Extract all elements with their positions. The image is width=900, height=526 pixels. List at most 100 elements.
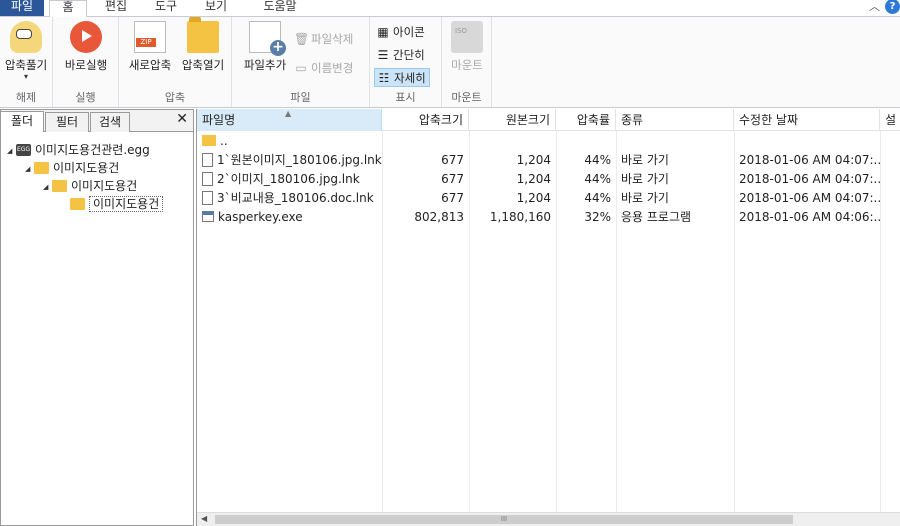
column-header-modified[interactable]: 수정한 날짜 [734, 109, 880, 131]
new-archive-button[interactable]: 새로압축 [125, 21, 175, 73]
menu-tab-file[interactable]: 파일 [0, 0, 44, 16]
file-name: kasperkey.exe [218, 210, 303, 224]
cell-modified: 2018-01-06 AM 04:07:... [739, 191, 880, 205]
cell-modified: 2018-01-06 AM 04:06:... [739, 210, 880, 224]
horizontal-scrollbar[interactable]: ◀ III [197, 512, 900, 526]
cell-modified [734, 132, 880, 151]
column-header-type[interactable]: 종류 [616, 109, 734, 131]
tab-filter[interactable]: 필터 [45, 112, 89, 132]
collapse-ribbon-icon[interactable]: ︿ [869, 0, 880, 14]
cell-name: 2`이미지_180106.jpg.lnk [197, 170, 382, 189]
dropdown-icon: ▾ [23, 72, 28, 81]
tab-folder[interactable]: 폴더 [0, 111, 44, 132]
ribbon-group-extract: 압축풀기 ▾ 해제 [0, 17, 53, 107]
extract-button[interactable]: 압축풀기 ▾ [0, 21, 52, 81]
cell-ratio: 32% [584, 210, 611, 224]
rename-button[interactable]: ▭ 이름변경 [292, 59, 356, 78]
column-header-ratio[interactable]: 압축률 [556, 109, 616, 131]
help-icon[interactable]: ? [885, 0, 900, 14]
rename-icon: ▭ [295, 61, 307, 75]
column-header-size[interactable]: 원본크기 [469, 109, 556, 131]
view-icons-button[interactable]: ▦ 아이콘 [374, 23, 428, 42]
table-row[interactable]: 2`이미지_180106.jpg.lnk 677 1,204 44% 바로 가기 2018… [197, 170, 900, 189]
scrollbar-thumb[interactable]: III [215, 515, 793, 524]
egg-archive-icon: EGG [16, 143, 31, 156]
cell-ratio [556, 132, 616, 151]
mount-label: 마운트 [451, 58, 483, 72]
mount-button[interactable]: 마운트 [442, 21, 492, 73]
table-row[interactable]: 3`비교내용_180106.doc.lnk 677 1,204 44% 바로 가기 201… [197, 189, 900, 208]
panel-tabs: 폴더 필터 검색 ✕ [0, 110, 193, 132]
table-row[interactable]: kasperkey.exe 802,813 1,180,160 32% 응용 프로그램 2… [197, 208, 900, 227]
cell-size [469, 132, 556, 151]
shortcut-file-icon [202, 152, 213, 167]
ribbon-group-compress: 새로압축 압축열기 압축 [119, 17, 232, 107]
cell-packed: 677 [441, 153, 464, 167]
tree-node-folder[interactable]: ◢ 이미지도용건 [25, 159, 119, 177]
menu-tab-tools[interactable]: 도구 [146, 0, 186, 16]
tree-node-folder[interactable]: ◢ 이미지도용건 [43, 177, 137, 195]
file-name: 1`원본이미지_180106.jpg.lnk [217, 153, 382, 167]
cell-type: 바로 가기 [621, 191, 669, 205]
quick-run-label: 바로실행 [64, 58, 108, 72]
view-details-label: 자세히 [394, 71, 426, 85]
open-archive-label: 압축열기 [181, 58, 225, 72]
grid-icon: ▦ [377, 25, 389, 39]
expand-icon[interactable]: ◢ [25, 160, 34, 178]
expand-icon[interactable]: ◢ [7, 142, 16, 160]
cell-name: 1`원본이미지_180106.jpg.lnk [197, 151, 382, 170]
tree-node-label: 이미지도용건 [71, 179, 138, 193]
close-icon[interactable]: ✕ [176, 110, 188, 128]
group-label-mount: 마운트 [451, 91, 482, 104]
cell-modified: 2018-01-06 AM 04:07:... [739, 172, 880, 186]
iso-icon [451, 21, 483, 53]
menu-tab-view[interactable]: 보기 [196, 0, 236, 16]
list-header: 파일명 ▲ 압축크기 원본크기 압축률 종류 수정한 날짜 설 [197, 109, 900, 131]
tree-node-folder-selected[interactable]: 이미지도용건 [70, 195, 164, 213]
column-header-packed[interactable]: 압축크기 [382, 109, 469, 131]
column-header-name[interactable]: 파일명 ▲ [197, 109, 382, 131]
add-file-button[interactable]: 파일추가 [238, 21, 292, 73]
rename-label: 이름변경 [311, 61, 354, 75]
tree-node-label: 이미지도용건관련.egg [35, 143, 150, 157]
menu-tab-home[interactable]: 홈 [49, 0, 87, 17]
play-icon [70, 21, 102, 53]
cell-type: 응용 프로그램 [621, 210, 692, 224]
zip-icon [134, 21, 166, 53]
tree-node-label: 이미지도용건 [53, 161, 120, 175]
column-header-extra[interactable]: 설 [880, 109, 900, 131]
delete-file-button[interactable]: 🗑 파일삭제 [292, 30, 356, 49]
view-icons-label: 아이콘 [393, 25, 425, 39]
cell-type: 바로 가기 [621, 153, 669, 167]
cell-ratio: 44% [584, 191, 611, 205]
cell-name: kasperkey.exe [197, 208, 382, 227]
menu-tab-edit[interactable]: 편집 [96, 0, 136, 16]
application-icon [202, 211, 214, 222]
open-archive-button[interactable]: 압축열기 [177, 17, 229, 73]
cell-size: 1,180,160 [489, 210, 551, 224]
view-simple-button[interactable]: ☰ 간단히 [374, 46, 428, 65]
cell-ratio: 44% [584, 153, 611, 167]
quick-run-button[interactable]: 바로실행 [59, 21, 113, 73]
folder-icon [52, 179, 67, 192]
cell-modified: 2018-01-06 AM 04:07:... [739, 153, 880, 167]
cell-name: .. [197, 132, 382, 151]
expand-icon[interactable]: ◢ [43, 178, 52, 196]
trash-icon: 🗑 [294, 32, 310, 46]
folder-icon [70, 197, 85, 210]
table-row[interactable]: 1`원본이미지_180106.jpg.lnk 677 1,204 44% 바로 가기 20… [197, 151, 900, 170]
tree-node-archive[interactable]: ◢ EGG 이미지도용건관련.egg [7, 141, 150, 159]
cell-size: 1,204 [516, 172, 551, 186]
folder-icon [202, 135, 216, 146]
group-label-view: 표시 [395, 91, 416, 104]
file-name: 3`비교내용_180106.doc.lnk [217, 191, 374, 205]
view-details-button[interactable]: ☷ 자세히 [374, 68, 430, 87]
bandizip-window: 파일 홈 편집 도구 보기 도움말 ︿ ? 압축풀기 ▾ 해제 바로실행 실행 [0, 0, 900, 526]
add-file-label: 파일추가 [243, 58, 287, 72]
menu-tab-help[interactable]: 도움말 [254, 0, 306, 16]
column-header-label: 파일명 [202, 113, 236, 127]
table-row[interactable]: .. [197, 132, 900, 151]
scroll-left-icon[interactable]: ◀ [201, 514, 207, 523]
tab-search[interactable]: 검색 [90, 112, 130, 132]
new-archive-label: 새로압축 [128, 58, 172, 72]
